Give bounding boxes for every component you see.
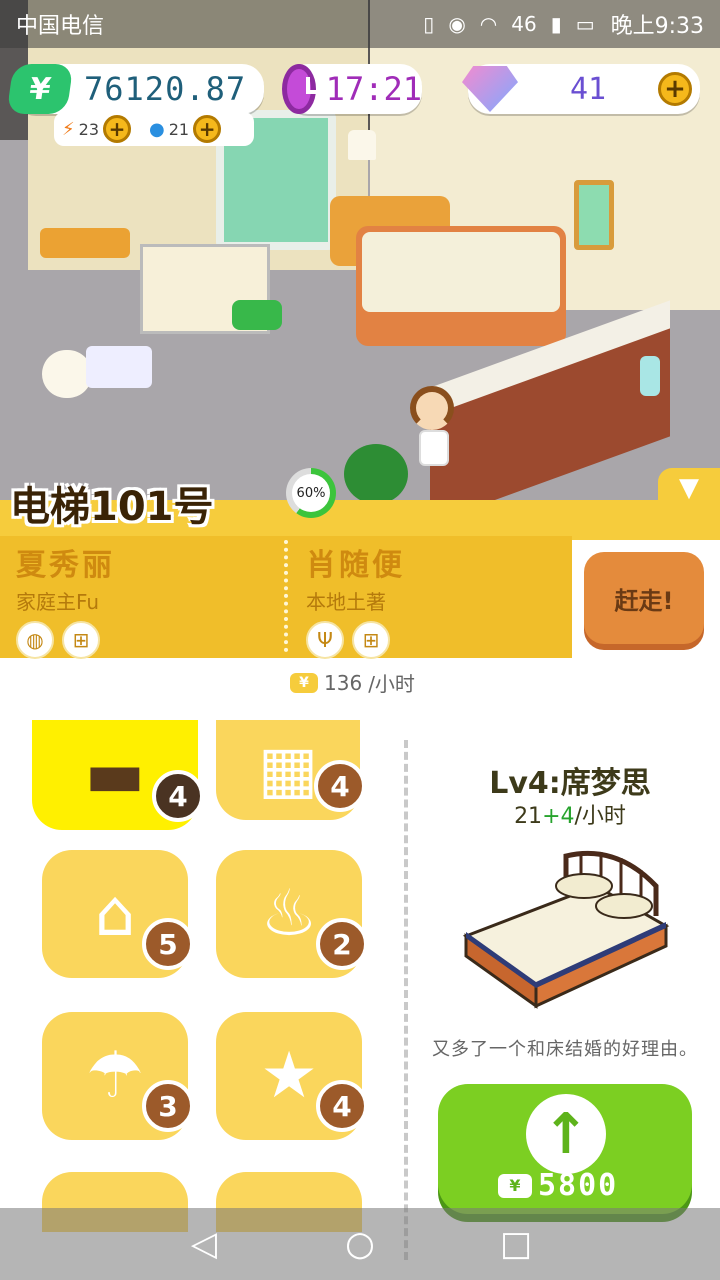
network-label: 46 — [511, 12, 537, 36]
rate-bonus: +4 — [542, 804, 575, 829]
water-value: 21 — [168, 119, 190, 139]
gem-counter[interactable]: 41 + — [462, 64, 700, 114]
furniture-tile-toilet[interactable]: ♨ 2 — [216, 850, 368, 978]
furniture-tile-bed[interactable]: ▬ 4 — [32, 720, 204, 830]
level-badge: 4 — [316, 1080, 368, 1132]
chevron-down-icon: ▼ — [679, 473, 699, 503]
energy-icon: ⚡ — [62, 118, 75, 140]
progress-label: 60% — [292, 474, 330, 512]
basket-icon: ⊞ — [62, 621, 100, 659]
income-amount: 136 — [324, 670, 363, 695]
item-description: 又多了一个和床结婚的好理由。 — [432, 1039, 698, 1060]
tenant-card[interactable]: 夏秀丽 家庭主Fu ◍ ⊞ — [16, 540, 115, 659]
arrow-up-icon: ↑ — [526, 1094, 606, 1174]
floor-lamp — [348, 130, 376, 160]
character-body — [419, 430, 449, 466]
eye-icon: ◉ — [448, 12, 466, 36]
system-nav-bar: ◁ ○ □ — [0, 1208, 720, 1280]
item-income-rate: 21+4/小时 — [420, 798, 720, 830]
tenant-name: 夏秀丽 — [16, 548, 115, 583]
tenant-character[interactable] — [410, 386, 458, 466]
level-badge: 2 — [316, 918, 368, 970]
money-value: 76120.87 — [84, 70, 247, 108]
rate-unit: /小时 — [574, 804, 626, 829]
vibrate-icon: ▯ — [423, 12, 435, 36]
character-head — [410, 386, 454, 430]
collapse-panel-button[interactable]: ▼ — [658, 468, 720, 508]
upgrade-button[interactable]: ↑ ¥ 5800 — [438, 1084, 692, 1214]
battery-icon: ▭ — [575, 12, 595, 36]
clock-icon — [282, 64, 320, 114]
clock-label: 晚上9:33 — [610, 14, 704, 39]
yen-icon: ¥ — [290, 672, 318, 693]
level-badge: 3 — [142, 1080, 194, 1132]
furniture-tile-lamp[interactable]: ★ 4 — [216, 1012, 368, 1140]
upgrade-price: ¥ 5800 — [498, 1168, 658, 1203]
add-water-button[interactable]: + — [193, 115, 222, 143]
money-counter[interactable]: ¥ 76120.87 — [6, 64, 264, 114]
ticket-divider — [284, 540, 288, 652]
carrier-label: 中国电信 — [16, 14, 105, 39]
furniture-tile-range-hood[interactable]: ⌂ 5 — [42, 850, 194, 978]
toilet — [42, 350, 92, 398]
room-income: ¥ 136 /小时 — [290, 668, 415, 697]
level-badge: 4 — [152, 770, 204, 822]
panel-divider — [404, 740, 408, 1260]
tenant-role: 本地土著 — [306, 590, 386, 614]
home-icon[interactable]: ○ — [342, 1224, 378, 1264]
game-clock: 17:21 — [282, 64, 422, 114]
upgrade-price-value: 5800 — [538, 1168, 619, 1203]
game-clock-value: 17:21 — [325, 70, 422, 108]
back-icon[interactable]: ◁ — [186, 1224, 222, 1264]
add-energy-button[interactable]: + — [103, 115, 131, 143]
recents-icon[interactable]: □ — [498, 1224, 534, 1264]
basket-icon: ⊞ — [352, 621, 390, 659]
double-bed — [356, 226, 566, 346]
signal-icon: ▮ — [550, 12, 562, 36]
kick-tenant-button[interactable]: 赶走! — [584, 552, 704, 644]
tenant-card[interactable]: 肖随便 本地土著 Ψ ⊞ — [306, 540, 405, 659]
vase — [640, 356, 660, 396]
office-chair — [232, 300, 282, 330]
status-bar: 中国电信 ▯ ◉ ◠ 46 ▮ ▭ 晚上9:33 — [0, 0, 720, 48]
level-badge: 4 — [314, 760, 366, 812]
room-progress-ring: 60% — [286, 468, 336, 518]
furniture-tile-desk[interactable]: ▦ 4 — [216, 720, 366, 820]
wall-mirror — [574, 180, 614, 250]
energy-value: 23 — [78, 119, 99, 139]
item-level-title: Lv4:席梦思 — [489, 766, 651, 801]
level-badge: 5 — [142, 918, 194, 970]
bathroom-sink — [86, 346, 152, 388]
towel-rack — [40, 228, 130, 258]
tenant-role: 家庭主Fu — [16, 590, 100, 614]
income-unit: /小时 — [368, 672, 415, 696]
add-gems-button[interactable]: + — [658, 72, 692, 106]
energy-water-counter: ⚡ 23 + ● 21 + — [54, 112, 254, 146]
water-icon: ● — [149, 118, 165, 140]
yen-icon: ¥ — [498, 1173, 532, 1198]
potted-plant — [344, 444, 408, 504]
gem-value: 41 — [569, 71, 607, 107]
wifi-icon: ◠ — [479, 12, 498, 36]
yen-icon: ¥ — [6, 64, 74, 114]
bed-preview-image — [462, 850, 670, 1009]
cutlery-icon: Ψ — [306, 621, 344, 659]
furniture-tile-shower[interactable]: ☂ 3 — [42, 1012, 194, 1140]
room-title: 电梯101号 — [10, 484, 214, 530]
tenant-name: 肖随便 — [306, 548, 405, 583]
toilet-paper-icon: ◍ — [16, 621, 54, 659]
rate-base: 21 — [514, 804, 543, 829]
status-icons: ▯ ◉ ◠ 46 ▮ ▭ — [423, 12, 594, 36]
bed-frame — [462, 850, 670, 1009]
